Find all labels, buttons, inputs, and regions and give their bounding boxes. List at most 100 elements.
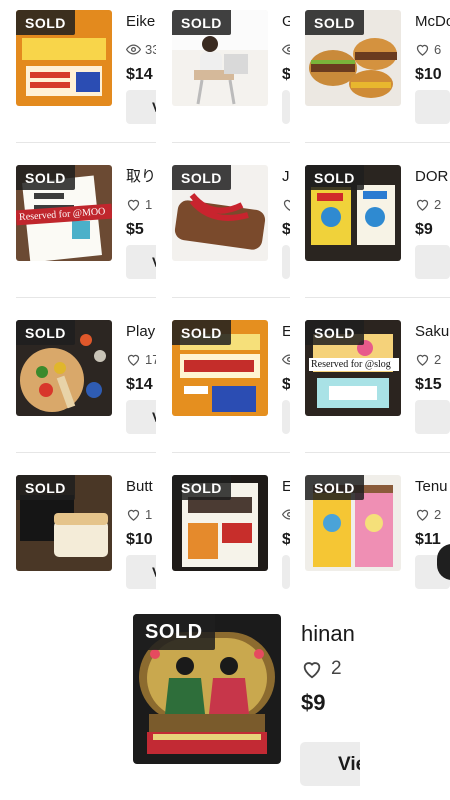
listing-card[interactable]: SOLD E $ (172, 475, 290, 595)
listing-title[interactable]: Saku (415, 322, 450, 342)
listing-card[interactable]: SOLD Reserved for @slog Saku 2 $15 (305, 320, 450, 440)
listing-thumbnail[interactable]: SOLD (172, 320, 268, 416)
divider (172, 297, 290, 298)
listing-card[interactable]: SOLD McDo 6 $10 (305, 10, 450, 130)
view-button[interactable]: View (126, 245, 156, 279)
featured-stats: 2 (301, 658, 371, 680)
divider (16, 297, 156, 298)
featured-info: hinan 2 $9 (301, 620, 371, 716)
divider (16, 452, 156, 453)
listing-card[interactable]: SOLD Play 17 $14 View (16, 320, 156, 440)
listing-title[interactable]: Butt (126, 477, 156, 497)
listing-stats: 2 (415, 350, 450, 368)
divider (172, 142, 290, 143)
listing-title[interactable]: Eiken (126, 12, 156, 32)
view-button[interactable] (415, 400, 450, 434)
eye-icon (282, 353, 290, 365)
listing-stats: 33 (126, 40, 156, 58)
featured-like-count: 2 (331, 658, 342, 679)
listing-card[interactable]: SOLD Je $ (172, 165, 290, 285)
view-button[interactable] (415, 245, 450, 279)
listing-thumbnail[interactable]: SOLD (305, 165, 401, 261)
featured-title[interactable]: hinan (301, 620, 371, 648)
listing-stats: 2 (415, 195, 450, 213)
listing-price: $14 (126, 66, 153, 83)
heart-icon (127, 199, 140, 211)
listing-like-count: 17 (145, 351, 156, 367)
listing-title[interactable]: G (282, 12, 290, 32)
listing-thumbnail[interactable]: SOLD (16, 320, 112, 416)
divider (305, 297, 450, 298)
listing-thumbnail[interactable]: SOLD (172, 165, 268, 261)
listing-price: $10 (415, 66, 442, 83)
listing-title[interactable]: Play (126, 322, 156, 342)
sold-badge: SOLD (305, 320, 364, 345)
view-button[interactable]: View (126, 90, 156, 124)
listing-thumbnail[interactable]: SOLD (172, 10, 268, 106)
listing-thumbnail[interactable]: SOLD (16, 10, 112, 106)
listing-thumbnail[interactable]: SOLD (305, 475, 401, 571)
listing-info: 取り 1 $5 (126, 165, 156, 239)
listing-title[interactable]: Je (282, 167, 290, 187)
listing-title[interactable]: DOR (415, 167, 450, 187)
sold-badge: SOLD (133, 614, 215, 650)
view-button[interactable] (282, 245, 290, 279)
listing-stats: 2 (415, 505, 450, 523)
listing-stats: 1 (126, 195, 156, 213)
divider (172, 452, 290, 453)
heart-icon (416, 509, 429, 521)
listing-title[interactable]: Tenu (415, 477, 450, 497)
listing-card[interactable]: SOLD Reserved for @MOO 取り 1 $5 View (16, 165, 156, 285)
listing-thumbnail[interactable]: SOLD (305, 10, 401, 106)
listing-price: $ (282, 376, 290, 393)
listing-card[interactable]: SOLD E $ (172, 320, 290, 440)
listing-price: $15 (415, 376, 442, 393)
listing-info: G $ (282, 10, 290, 84)
view-button[interactable] (282, 400, 290, 434)
heart-icon (416, 199, 429, 211)
listing-info: Eiken 33 $14 (126, 10, 156, 84)
view-button[interactable]: View (126, 400, 156, 434)
eye-icon (282, 508, 290, 520)
sold-badge: SOLD (172, 10, 231, 35)
sold-badge: SOLD (305, 10, 364, 35)
listing-row: SOLD Play 17 $14 View SOLD E $ (0, 320, 450, 440)
listing-price: $9 (415, 221, 433, 238)
listing-info: E $ (282, 475, 290, 549)
heart-icon (283, 199, 290, 211)
listing-thumbnail[interactable]: SOLD (172, 475, 268, 571)
view-button[interactable]: View (126, 555, 156, 589)
listing-like-count: 2 (434, 196, 442, 212)
listing-title[interactable]: E (282, 322, 290, 342)
listing-card[interactable]: SOLD Eiken 33 $14 View (16, 10, 156, 130)
featured-listing-card[interactable]: SOLD hinan 2 $9 View (133, 614, 450, 800)
listing-card[interactable]: SOLD Butt 1 $10 View (16, 475, 156, 595)
listing-thumbnail[interactable]: SOLD Reserved for @slog (305, 320, 401, 416)
listing-info: Saku 2 $15 (415, 320, 450, 394)
view-button[interactable] (282, 90, 290, 124)
listing-card[interactable]: SOLD Tenu 2 $11 (305, 475, 450, 595)
view-button[interactable] (415, 90, 450, 124)
featured-thumbnail[interactable]: SOLD (133, 614, 281, 764)
listing-card[interactable]: SOLD DOR 2 $9 (305, 165, 450, 285)
listing-row: SOLD Eiken 33 $14 View SOLD G $ (0, 10, 450, 130)
eye-icon (126, 43, 141, 55)
listing-price: $ (282, 531, 290, 548)
listing-title[interactable]: E (282, 477, 290, 497)
heart-icon[interactable] (301, 658, 323, 680)
listing-title[interactable]: 取り (126, 167, 156, 187)
sold-badge: SOLD (172, 165, 231, 190)
card-gutter (156, 320, 172, 440)
listing-price: $10 (126, 531, 153, 548)
listing-thumbnail[interactable]: SOLD Reserved for @MOO (16, 165, 112, 261)
listing-like-count: 6 (434, 41, 442, 57)
sold-badge: SOLD (305, 165, 364, 190)
listing-price: $14 (126, 376, 153, 393)
card-gutter (156, 10, 172, 130)
view-button[interactable] (282, 555, 290, 589)
listing-title[interactable]: McDo (415, 12, 450, 32)
listing-card[interactable]: SOLD G $ (172, 10, 290, 130)
featured-view-button[interactable]: View (300, 742, 360, 786)
listing-thumbnail[interactable]: SOLD (16, 475, 112, 571)
listing-info: E $ (282, 320, 290, 394)
